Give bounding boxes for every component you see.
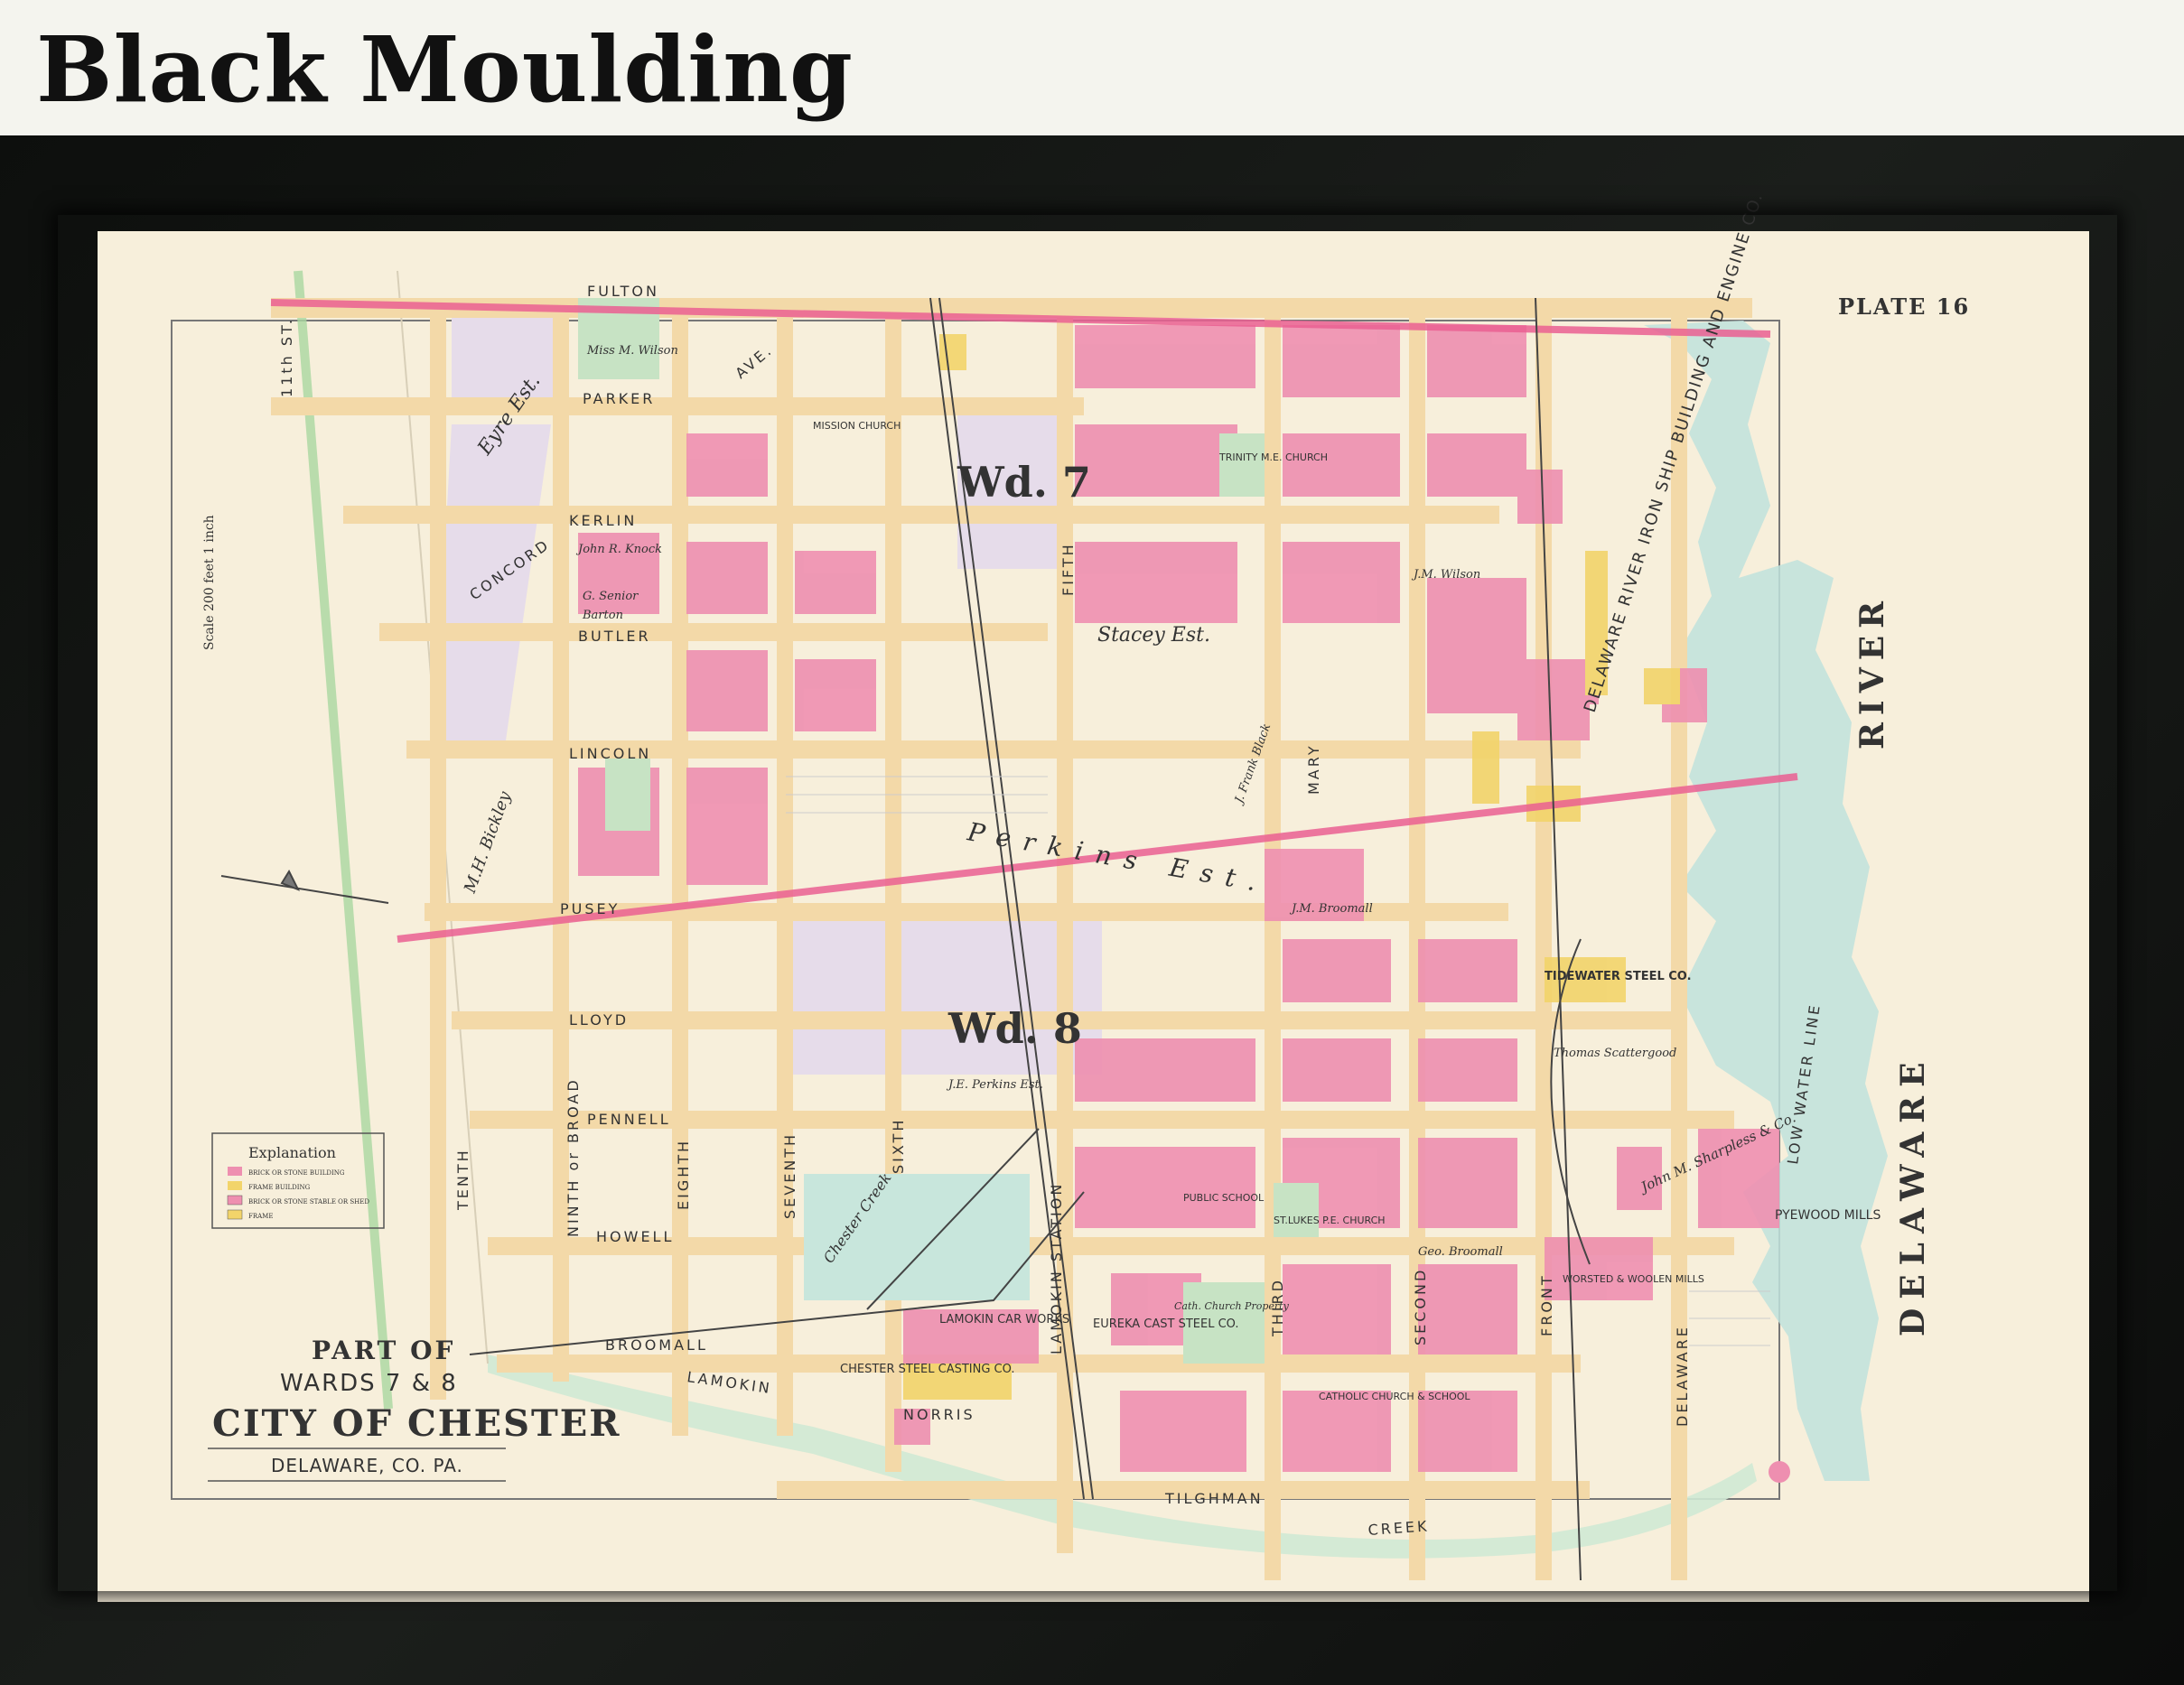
scale-label: Scale 200 feet 1 inch — [202, 515, 217, 650]
street-ninth-broad: NINTH or BROAD — [565, 1077, 582, 1237]
legend-item: FRAME BUILDING — [248, 1184, 311, 1191]
street-tilghman: TILGHMAN — [1164, 1490, 1264, 1507]
street-tenth: TENTH — [454, 1148, 471, 1211]
legend-item: BRICK OR STONE BUILDING — [248, 1169, 345, 1177]
tidewater-steel-label: TIDEWATER STEEL CO. — [1545, 970, 1692, 983]
legend-item: BRICK OR STONE STABLE OR SHED — [248, 1198, 369, 1206]
owner-label: Stacey Est. — [1097, 624, 1210, 647]
title-line-part-of: PART OF — [312, 1336, 455, 1365]
street-mary: MARY — [1305, 743, 1322, 795]
worsted-mills-label: WORSTED & WOOLEN MILLS — [1563, 1273, 1704, 1285]
title-line-county: DELAWARE, CO. PA. — [271, 1455, 463, 1476]
street-11th: 11th ST. — [278, 317, 295, 397]
delaware-label: DELAWARE — [1894, 1053, 1932, 1336]
street-norris: NORRIS — [903, 1406, 975, 1423]
eureka-steel-label: EUREKA CAST STEEL CO. — [1093, 1317, 1239, 1331]
title-line-wards: WARDS 7 & 8 — [280, 1370, 458, 1397]
cath-church-property-label: Cath. Church Property — [1174, 1300, 1290, 1312]
street-fulton: FULTON — [587, 283, 659, 300]
title-line-city: CITY OF CHESTER — [212, 1402, 621, 1445]
owner-label: Geo. Broomall — [1418, 1245, 1503, 1259]
mission-church-label: MISSION CHURCH — [813, 420, 901, 432]
legend-title: Explanation — [248, 1144, 336, 1161]
street-fifth: FIFTH — [1059, 542, 1077, 596]
pyewood-mills-label: PYEWOOD MILLS — [1775, 1208, 1881, 1223]
owner-label: John R. Knock — [575, 543, 662, 556]
street-pennell: PENNELL — [587, 1111, 671, 1128]
street-lloyd: LLOYD — [569, 1011, 629, 1029]
street-parker: PARKER — [583, 390, 655, 407]
street-front: FRONT — [1538, 1273, 1555, 1336]
street-butler: BUTLER — [578, 628, 651, 645]
lamokin-car-works-label: LAMOKIN CAR WORKS — [939, 1313, 1069, 1327]
owner-label: Miss M. Wilson — [586, 344, 678, 358]
street-howell: HOWELL — [596, 1228, 674, 1245]
street-lincoln: LINCOLN — [569, 745, 651, 762]
ward-8-label: Wd. 8 — [947, 1004, 1082, 1053]
public-school-label: PUBLIC SCHOOL — [1183, 1192, 1265, 1204]
owner-label: J.M. Broomall — [1289, 902, 1373, 916]
street-seventh: SEVENTH — [781, 1132, 798, 1219]
street-kerlin: KERLIN — [569, 512, 637, 529]
owner-label: G. Senior — [583, 590, 639, 603]
owner-label: J.M. Wilson — [1411, 568, 1480, 582]
street-sixth: SIXTH — [890, 1118, 907, 1174]
st-lukes-church-label: ST.LUKES P.E. CHURCH — [1274, 1215, 1386, 1226]
ward-7-label: Wd. 7 — [957, 458, 1091, 507]
river-label: RIVER — [1853, 594, 1891, 749]
chester-steel-casting-label: CHESTER STEEL CASTING CO. — [840, 1363, 1014, 1376]
street-broomall: BROOMALL — [605, 1336, 708, 1354]
street-eighth: EIGHTH — [675, 1139, 692, 1210]
trinity-church-label: TRINITY M.E. CHURCH — [1218, 452, 1328, 463]
lamokin-station-label: LAMOKIN STATION — [1048, 1182, 1065, 1355]
owner-label: Thomas Scattergood — [1554, 1047, 1676, 1060]
legend-item: FRAME — [248, 1213, 273, 1220]
street-delaware: DELAWARE — [1674, 1325, 1691, 1427]
street-second: SECOND — [1412, 1268, 1429, 1345]
map-print: Explanation BRICK OR STONE BUILDING FRAM… — [98, 190, 2089, 1602]
catholic-church-school-label: CATHOLIC CHURCH & SCHOOL — [1319, 1391, 1470, 1402]
page-heading: Black Moulding — [36, 16, 854, 123]
owner-label: Barton — [582, 609, 623, 622]
street-pusey: PUSEY — [560, 900, 620, 917]
owner-label: J.E. Perkins Est. — [946, 1078, 1043, 1092]
plate-number: PLATE 16 — [1838, 293, 1970, 320]
